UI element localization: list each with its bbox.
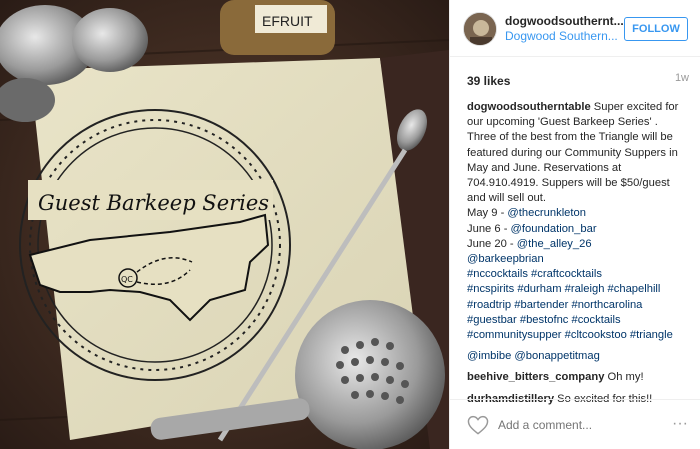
post-photo[interactable]: EFRUIT Guest Barkeep Series QC xyxy=(0,0,449,449)
more-options-icon[interactable]: ··· xyxy=(671,416,689,432)
hashtag-line[interactable]: #roadtrip #bartender #northcarolina xyxy=(467,298,689,313)
caption-text-line: and will sell out. xyxy=(467,192,546,205)
likes-row: 39 likes 1w xyxy=(467,72,689,88)
caption-text-line: 704.910.4919. Suppers will be $50/guest xyxy=(467,177,670,190)
comment-mentions[interactable]: @imbibe @bonappetitmag xyxy=(467,349,689,364)
header-username[interactable]: dogwoodsouthernt... xyxy=(505,14,625,28)
post-age[interactable]: 1w xyxy=(675,72,689,84)
mention-link[interactable]: @barkeepbrian xyxy=(467,252,689,267)
post-footer: ··· xyxy=(450,399,700,449)
hashtag-line[interactable]: #guestbar #bestofnc #cocktails xyxy=(467,313,689,328)
hashtag-line[interactable]: #communitysupper #cltcookstoo #triangle xyxy=(467,328,689,343)
drawing-title: Guest Barkeep Series xyxy=(38,191,269,215)
comment-item: beehive_bitters_company Oh my! xyxy=(467,370,689,385)
map-circle-label: QC xyxy=(121,275,133,284)
header-full-name[interactable]: Dogwood Southern... xyxy=(505,29,625,43)
comment-text: Oh my! xyxy=(604,371,644,384)
jar-label: EFRUIT xyxy=(262,13,313,29)
event-date: May 9 - xyxy=(467,207,508,220)
event-date: June 6 - xyxy=(467,222,511,235)
heart-icon[interactable] xyxy=(467,415,489,435)
caption-text-line: our upcoming 'Guest Barkeep Series' . xyxy=(467,116,658,129)
likes-count[interactable]: 39 likes xyxy=(467,74,510,88)
avatar[interactable] xyxy=(463,12,497,46)
caption-text-line: Super excited for xyxy=(593,101,679,113)
post-header: dogwoodsouthernt... Dogwood Southern... … xyxy=(450,0,700,57)
caption: dogwoodsoutherntable Super excited for o… xyxy=(467,100,689,343)
event-date: June 20 - xyxy=(467,237,517,250)
comment-username[interactable]: beehive_bitters_company xyxy=(467,371,604,383)
follow-button[interactable]: FOLLOW xyxy=(624,17,688,41)
caption-text-line: May and June. Reservations at xyxy=(467,161,622,174)
hashtag-line[interactable]: #ncspirits #durham #raleigh #chapelhill xyxy=(467,282,689,297)
jar-image: EFRUIT xyxy=(220,0,335,55)
hashtag-line[interactable]: #nccocktails #craftcocktails xyxy=(467,267,689,282)
mention-link[interactable]: @the_alley_26 xyxy=(517,238,592,250)
mention-link[interactable]: @foundation_bar xyxy=(511,223,597,235)
add-comment-input[interactable] xyxy=(498,416,638,434)
caption-username[interactable]: dogwoodsoutherntable xyxy=(467,101,591,113)
caption-text-line: featured during our Community Suppers in xyxy=(467,146,678,159)
mention-link[interactable]: @thecrunkleton xyxy=(507,207,586,219)
caption-text-line: Three of the best from the Triangle will… xyxy=(467,131,673,144)
comment-item: @imbibe @bonappetitmag xyxy=(467,349,689,364)
post-side-panel: dogwoodsouthernt... Dogwood Southern... … xyxy=(449,0,700,449)
photo-illustration: EFRUIT Guest Barkeep Series QC xyxy=(0,0,449,449)
comments-list: dogwoodsoutherntable Super excited for o… xyxy=(467,100,689,413)
